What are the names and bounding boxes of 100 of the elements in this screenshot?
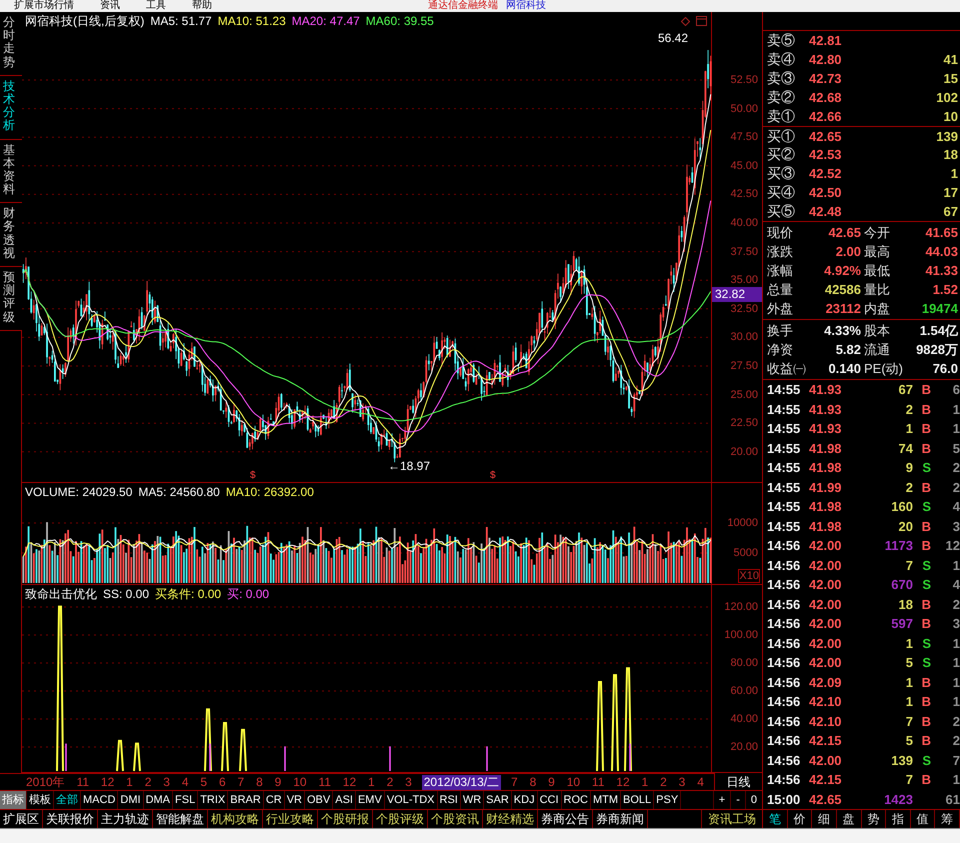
stat-value: 42586 — [824, 281, 861, 299]
trade-side: B — [920, 518, 931, 536]
bottom-tab[interactable]: 个股资讯 — [428, 810, 483, 828]
indicator-tab[interactable]: VOL-TDX — [384, 791, 438, 809]
trade-count: 1 — [952, 420, 960, 438]
indicator-tab[interactable]: EMV — [356, 791, 385, 809]
legend-label: VOLUME: 24029.50 — [25, 485, 132, 499]
trade-volume: 2 — [904, 400, 913, 418]
period-button[interactable]: 日线 — [714, 773, 762, 791]
trade-price: 42.00 — [809, 615, 843, 633]
side-tab[interactable]: 预测评级 — [0, 267, 22, 331]
indicator-tab[interactable]: VR — [284, 791, 305, 809]
trade-time: 14:56 — [767, 634, 802, 652]
trade-price: 41.98 — [809, 459, 843, 477]
axis-label: 120.00 — [724, 601, 758, 613]
trade-count: 2 — [952, 712, 960, 730]
date-label: 11 — [76, 774, 90, 790]
trade-time: 14:55 — [767, 440, 802, 458]
axis-label: 37.50 — [730, 246, 758, 258]
axis-label: 40.00 — [730, 713, 758, 725]
indicator-tab[interactable]: RSI — [438, 791, 461, 809]
bottom-tab[interactable]: 行业攻略 — [263, 810, 318, 828]
indicator-tab[interactable]: OBV — [305, 791, 334, 809]
trade-side: B — [920, 732, 931, 750]
trade-side: S — [921, 556, 931, 574]
bottom-tab[interactable]: 财经精选 — [483, 810, 538, 828]
indicator-tab[interactable]: 指标 — [0, 791, 27, 809]
trade-time: 14:56 — [767, 693, 802, 711]
side-tab[interactable]: 财务透视 — [0, 203, 22, 267]
indicator-tab[interactable]: DMI — [118, 791, 144, 809]
trade-time: 14:55 — [767, 459, 802, 477]
trade-volume: 1173 — [884, 537, 913, 555]
trade-price: 42.00 — [809, 537, 843, 555]
trade-side: B — [920, 400, 931, 418]
indicator-tab[interactable]: TRIX — [198, 791, 228, 809]
trade-side: B — [920, 381, 931, 399]
menu-item[interactable]: 帮助 — [192, 1, 212, 11]
trade-volume: 5 — [904, 654, 913, 672]
indicator-tab[interactable]: FSL — [173, 791, 198, 809]
stat-label: 股本 — [863, 322, 891, 340]
stat-label: 流通 — [863, 341, 891, 359]
menu-item[interactable]: 工具 — [146, 1, 166, 11]
indicator-tab[interactable]: DMA — [144, 791, 174, 809]
order-volume: 139 — [935, 128, 958, 146]
stat-value: 41.33 — [924, 262, 958, 280]
side-tab[interactable]: 分时走势 — [0, 12, 22, 76]
order-price: 42.81 — [809, 32, 843, 50]
trade-time: 14:56 — [767, 712, 802, 730]
date-label: 2 — [144, 774, 152, 790]
bottom-tab[interactable]: 机构攻略 — [208, 810, 263, 828]
bottom-tab[interactable]: 个股研报 — [318, 810, 373, 828]
indicator-tab[interactable]: BOLL — [621, 791, 654, 809]
trade-volume: 7 — [904, 712, 913, 730]
trade-time: 14:55 — [767, 478, 802, 496]
date-label: 1 — [125, 774, 134, 790]
bottom-tab[interactable]: 个股评级 — [373, 810, 428, 828]
indicator-tab[interactable]: 模板 — [27, 791, 54, 809]
date-label: 1 — [367, 774, 376, 790]
indicator-tab[interactable]: PSY — [654, 791, 682, 809]
axis-label: 20.00 — [730, 741, 758, 753]
indicator-tab[interactable]: ROC — [562, 791, 591, 809]
trade-price: 42.00 — [809, 752, 843, 770]
bottom-tab[interactable]: 主力轨迹 — [98, 810, 153, 828]
side-tab[interactable]: 基本资料 — [0, 140, 22, 204]
menu-item[interactable]: 资讯 — [100, 1, 120, 11]
order-volume: 17 — [942, 184, 958, 202]
stat-value: 0.140 — [827, 360, 861, 378]
trade-price: 42.00 — [809, 556, 843, 574]
trade-volume: 5 — [904, 732, 913, 750]
trade-time: 14:56 — [767, 752, 802, 770]
indicator-tab[interactable]: CR — [264, 791, 285, 809]
trade-side: B — [920, 596, 931, 614]
signal-line — [65, 744, 67, 771]
side-tab[interactable]: 技术分析 — [0, 76, 22, 140]
diamond-icon[interactable] — [681, 16, 690, 26]
date-label: 3 — [678, 774, 686, 790]
axis-label: 10000 — [727, 517, 758, 529]
indicator-tab[interactable]: CCI — [538, 791, 562, 809]
indicator-tab[interactable]: KDJ — [512, 791, 538, 809]
date-label: 2012/03/13/二 — [422, 774, 502, 790]
trade-count: 2 — [952, 596, 960, 614]
order-label: 买② — [767, 145, 796, 164]
date-label: 11 — [317, 774, 332, 790]
order-label: 卖④ — [767, 50, 796, 69]
axis-label: 5000 — [734, 547, 758, 559]
order-label: 卖③ — [767, 69, 796, 88]
trade-side: S — [921, 576, 931, 594]
indicator-tab[interactable]: ASI — [333, 791, 356, 809]
indicator-tab[interactable]: SAR — [484, 791, 512, 809]
indicator-tab[interactable]: 全部 — [54, 791, 81, 809]
stat-label: 最低 — [863, 262, 891, 280]
indicator-tab[interactable]: BRAR — [228, 791, 264, 809]
signal-line — [389, 746, 391, 771]
indicator-tab[interactable]: MACD — [81, 791, 118, 809]
square-icon[interactable] — [696, 16, 707, 26]
trade-price: 42.00 — [809, 576, 843, 594]
order-label: 买⑤ — [767, 202, 796, 221]
indicator-tab[interactable]: WR — [460, 791, 484, 809]
indicator-tab[interactable]: MTM — [590, 791, 622, 809]
bottom-tab[interactable]: 扩展区 — [0, 810, 43, 828]
